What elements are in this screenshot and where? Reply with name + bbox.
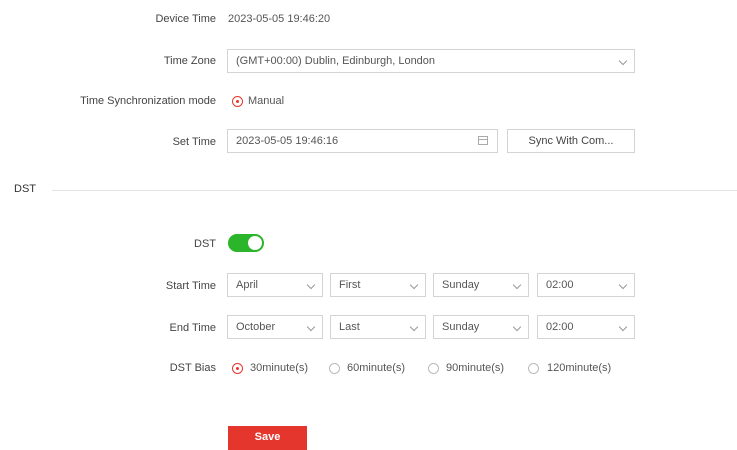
end-month-value: October: [236, 321, 276, 333]
calendar-icon[interactable]: [478, 136, 488, 145]
time-zone-label: Time Zone: [163, 55, 216, 67]
start-month-value: April: [236, 279, 259, 291]
chevron-down-icon: [512, 322, 522, 332]
chevron-down-icon: [618, 280, 628, 290]
dst-section-title: DST: [14, 183, 36, 195]
sync-mode-label: Time Synchronization mode: [80, 95, 216, 107]
set-time-label: Set Time: [172, 136, 216, 148]
manual-option-label: Manual: [248, 95, 285, 107]
sync-with-computer-button[interactable]: Sync With Com...: [507, 129, 635, 153]
end-week-select[interactable]: Last: [330, 315, 426, 339]
chevron-down-icon: [306, 280, 316, 290]
save-button[interactable]: Save: [228, 426, 307, 450]
bias-30-label: 30minute(s): [250, 362, 309, 374]
end-time-select[interactable]: 02:00: [537, 315, 635, 339]
end-day-select[interactable]: Sunday: [433, 315, 529, 339]
chevron-down-icon: [618, 322, 628, 332]
start-month-select[interactable]: April: [227, 273, 323, 297]
chevron-down-icon: [618, 56, 628, 66]
start-time-select[interactable]: 02:00: [537, 273, 635, 297]
start-day-value: Sunday: [442, 279, 480, 291]
dst-label: DST: [194, 238, 216, 250]
dst-bias-label: DST Bias: [169, 362, 216, 374]
time-zone-select[interactable]: (GMT+00:00) Dublin, Edinburgh, London: [227, 49, 635, 73]
device-time-label: Device Time: [155, 13, 216, 25]
device-time-value: 2023-05-05 19:46:20: [228, 13, 331, 25]
bias-60-radio[interactable]: [329, 363, 340, 374]
set-time-input[interactable]: 2023-05-05 19:46:16: [227, 129, 498, 153]
start-day-select[interactable]: Sunday: [433, 273, 529, 297]
set-time-value: 2023-05-05 19:46:16: [236, 135, 339, 147]
bias-90-label: 90minute(s): [446, 362, 505, 374]
bias-60-label: 60minute(s): [347, 362, 406, 374]
start-week-value: First: [339, 279, 361, 291]
end-time-label: End Time: [169, 322, 216, 334]
bias-120-radio[interactable]: [528, 363, 539, 374]
chevron-down-icon: [306, 322, 316, 332]
chevron-down-icon: [409, 280, 419, 290]
chevron-down-icon: [512, 280, 522, 290]
bias-120-label: 120minute(s): [547, 362, 612, 374]
chevron-down-icon: [409, 322, 419, 332]
bias-30-radio[interactable]: [232, 363, 243, 374]
end-time-value: 02:00: [546, 321, 574, 333]
manual-radio[interactable]: [232, 96, 243, 107]
end-week-value: Last: [339, 321, 360, 333]
start-time-value: 02:00: [546, 279, 574, 291]
end-month-select[interactable]: October: [227, 315, 323, 339]
start-week-select[interactable]: First: [330, 273, 426, 297]
section-divider: [52, 190, 737, 191]
end-day-value: Sunday: [442, 321, 480, 333]
toggle-knob: [248, 236, 262, 250]
dst-toggle[interactable]: [228, 234, 264, 252]
start-time-label: Start Time: [165, 280, 216, 292]
bias-90-radio[interactable]: [428, 363, 439, 374]
time-zone-value: (GMT+00:00) Dublin, Edinburgh, London: [236, 55, 436, 67]
